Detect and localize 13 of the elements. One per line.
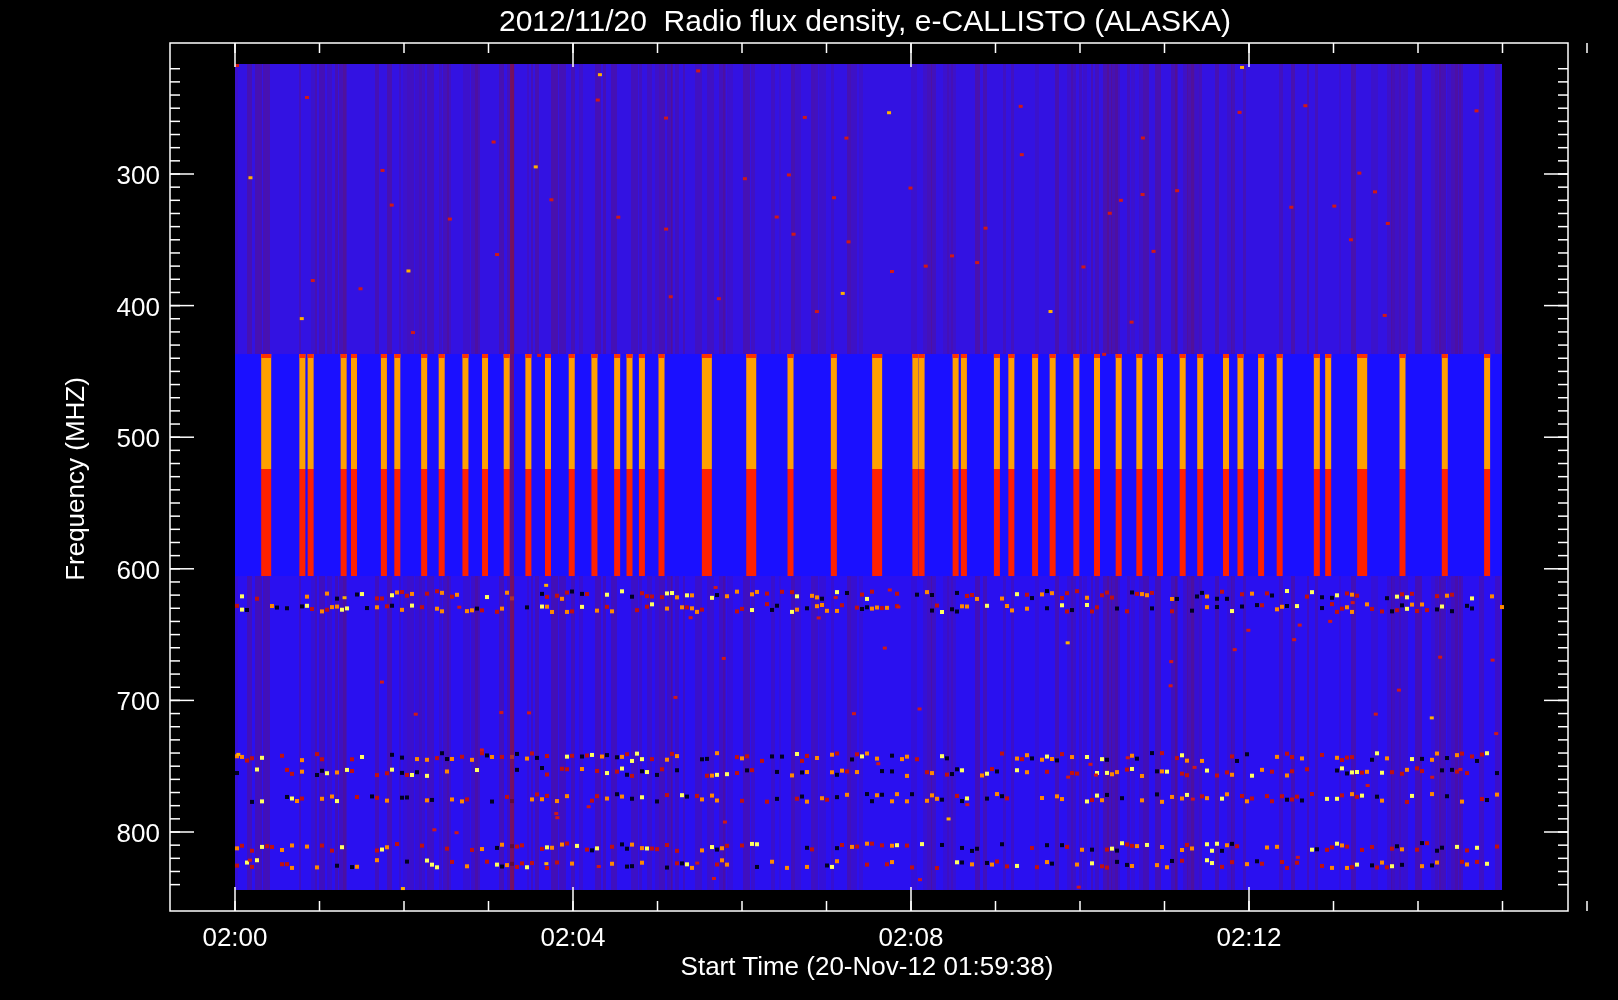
y-tick-label: 300 xyxy=(116,160,160,190)
y-tick-label: 400 xyxy=(116,291,160,322)
x-axis-label: Start Time (20-Nov-12 01:59:38) xyxy=(680,951,1054,981)
plot-title: 2012/11/20 Radio flux density, e-CALLISTO (ALASKA) xyxy=(498,4,1232,37)
y-tick-label: 600 xyxy=(116,554,160,585)
x-tick-label: 02:12 xyxy=(1216,922,1282,952)
x-tick-label: 02:08 xyxy=(878,922,944,952)
x-tick-label: 02:04 xyxy=(540,922,606,952)
x-tick-label: 02:00 xyxy=(202,922,268,952)
y-tick-label: 800 xyxy=(116,818,160,848)
y-tick-label: 700 xyxy=(116,686,160,717)
y-axis-label: Frequency (MHZ) xyxy=(60,377,90,581)
y-tick-label: 500 xyxy=(116,423,160,454)
